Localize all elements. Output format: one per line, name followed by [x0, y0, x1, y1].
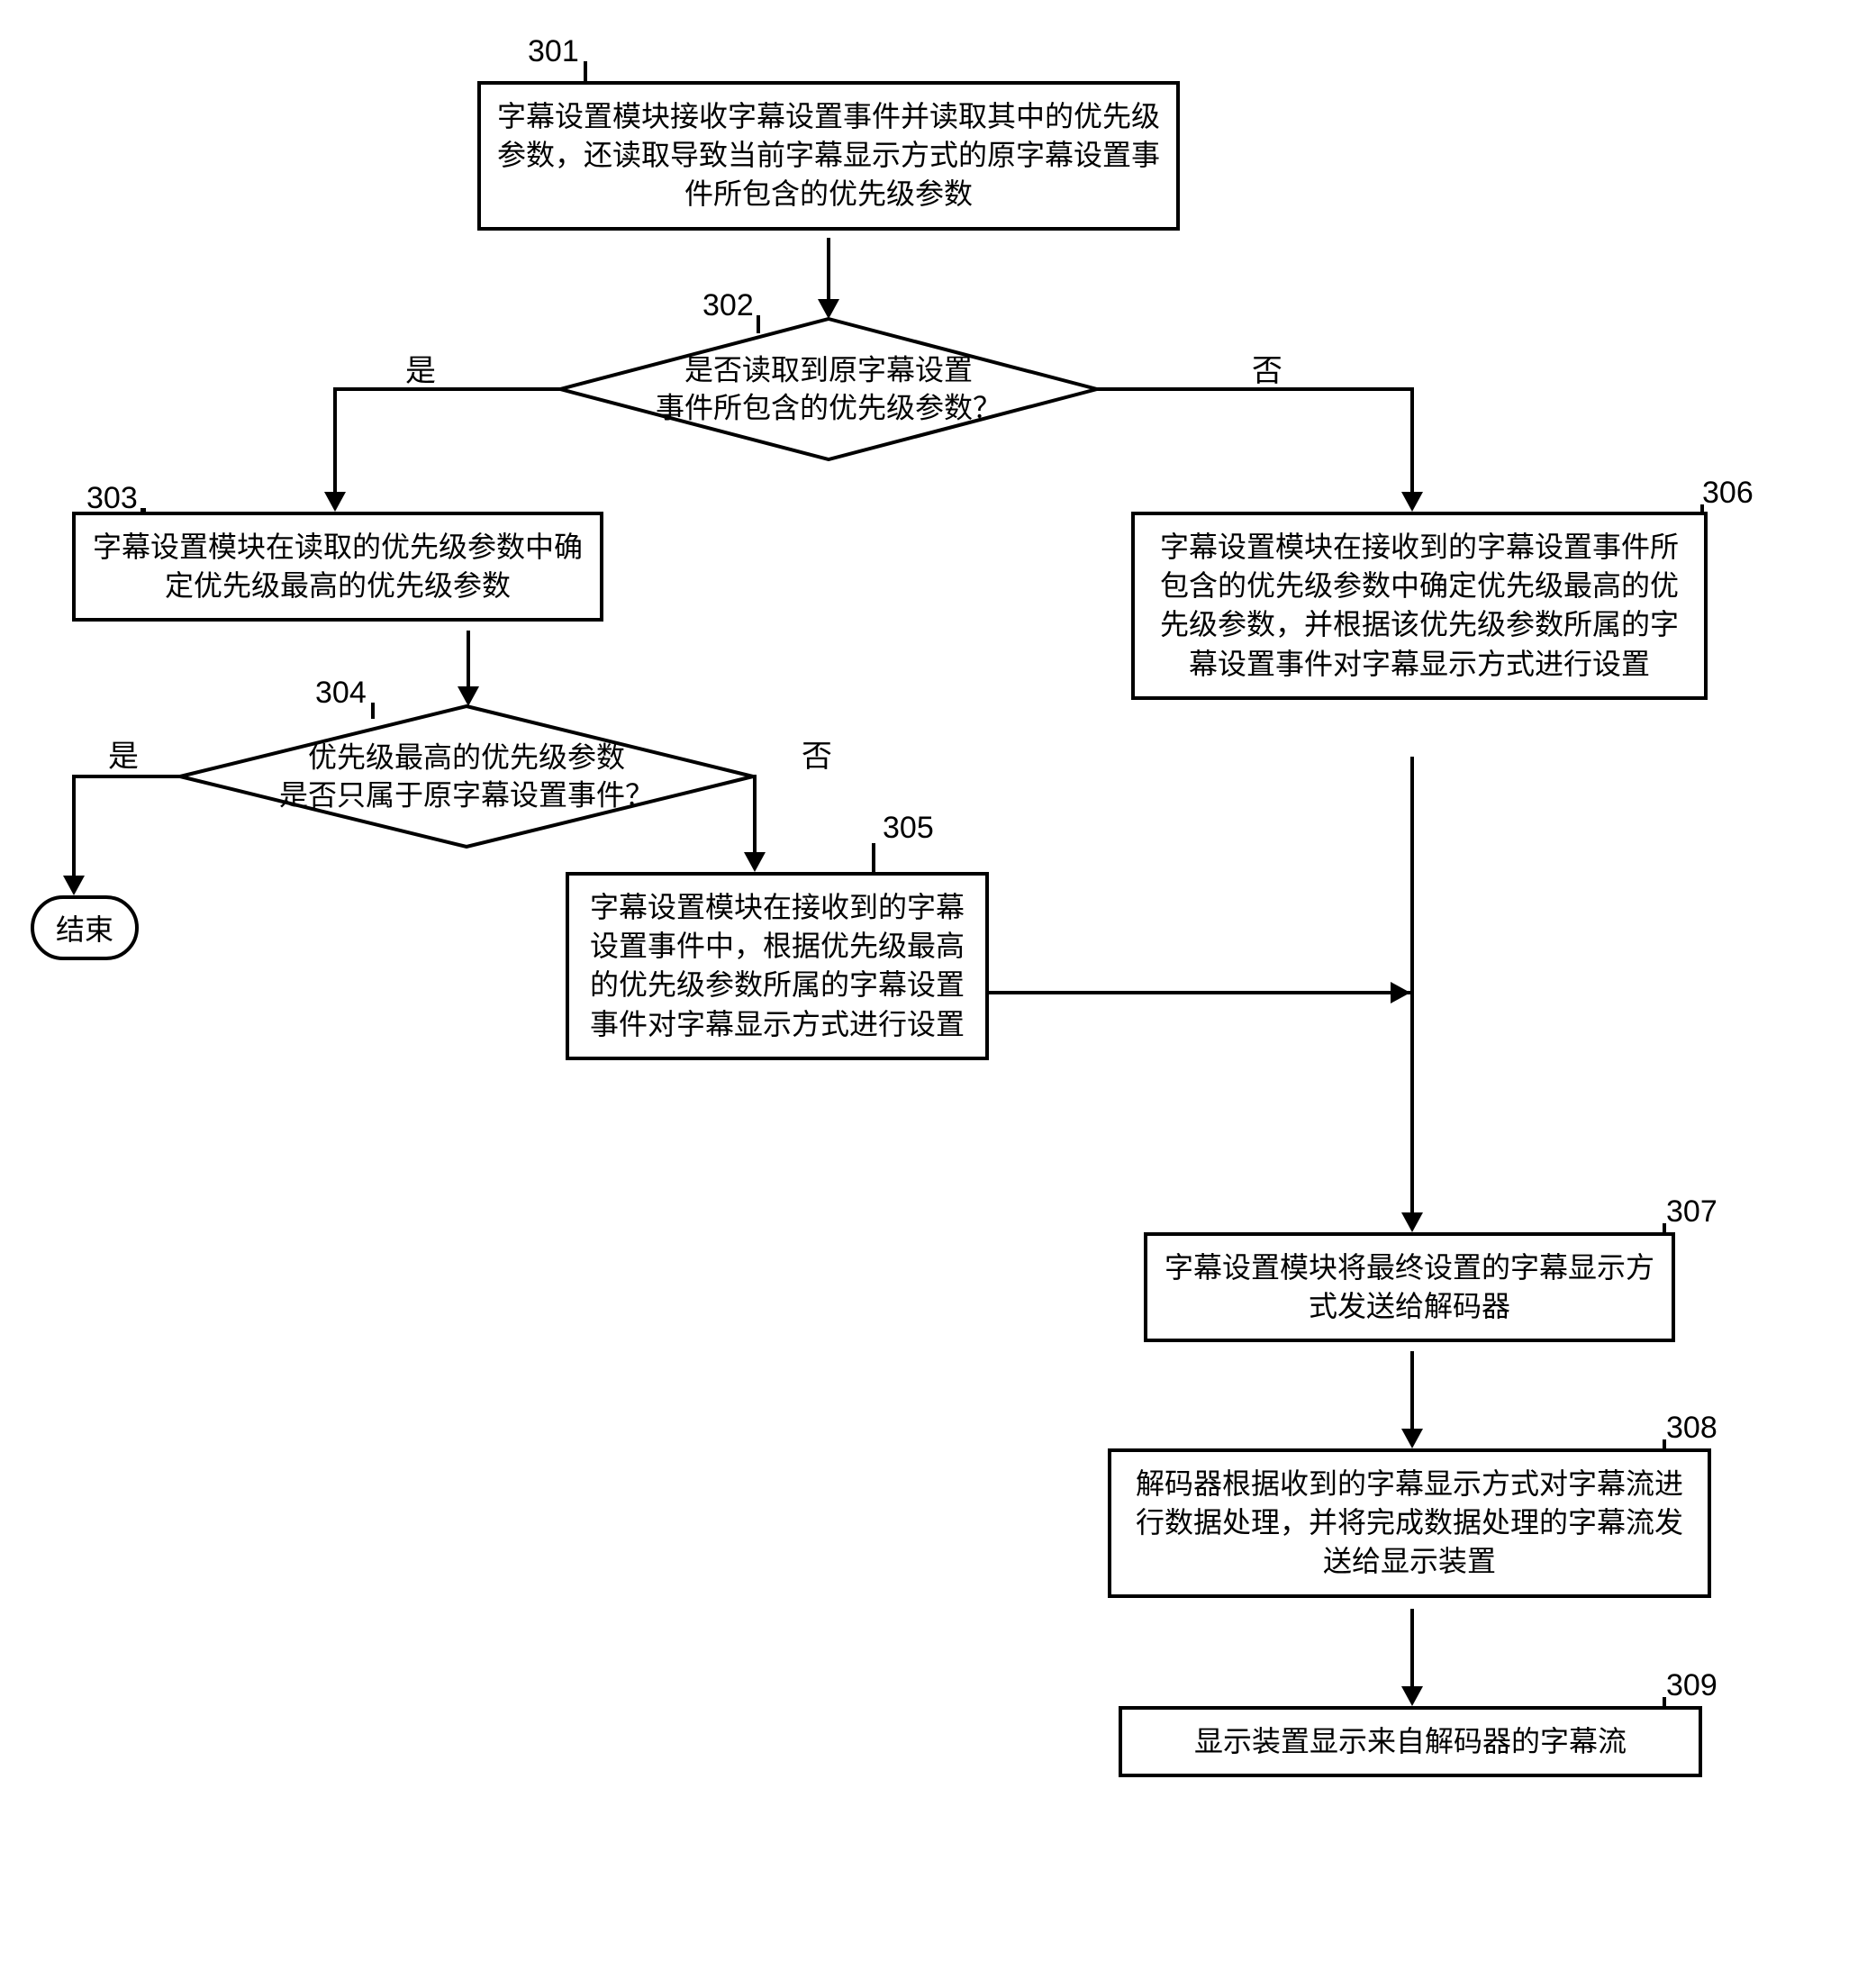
- edge-302-no: 否: [1252, 346, 1282, 390]
- step-number-309: 309: [1666, 1668, 1717, 1703]
- connector-303-304: [467, 631, 470, 690]
- connector-302-no-h: [1097, 387, 1414, 391]
- arrowhead-304-yes: [63, 876, 85, 895]
- step-309: 显示装置显示来自解码器的字幕流: [1119, 1706, 1702, 1777]
- arrowhead-304-no: [744, 852, 766, 872]
- step-308: 解码器根据收到的字幕显示方式对字幕流进行数据处理，并将完成数据处理的字幕流发送给…: [1108, 1448, 1711, 1598]
- step-number-301: 301: [528, 34, 579, 69]
- decision-302-text: 是否读取到原字幕设置事件所包含的优先级参数？ 是否读取到原字幕设置事件所包含的优…: [656, 351, 1001, 426]
- step-number-308: 308: [1666, 1411, 1717, 1446]
- connector-302-yes-v: [333, 387, 337, 495]
- step-303: 字幕设置模块在读取的优先级参数中确定优先级最高的优先级参数: [72, 512, 603, 622]
- connector-304-yes-h: [72, 775, 182, 778]
- connector-301-302: [827, 238, 830, 303]
- connector-304-no-v: [753, 775, 757, 856]
- step-number-305: 305: [883, 811, 934, 846]
- step-305-text: 字幕设置模块在接收到的字幕设置事件中，根据优先级最高的优先级参数所属的字幕设置事…: [585, 888, 969, 1044]
- leader-307: [1663, 1223, 1666, 1232]
- step-301: 字幕设置模块接收字幕设置事件并读取其中的优先级参数，还读取导致当前字幕显示方式的…: [477, 81, 1180, 231]
- terminator-end-text: 结束: [56, 907, 113, 949]
- edge-304-no: 否: [802, 731, 832, 776]
- arrowhead-302-no: [1401, 492, 1423, 512]
- leader-305: [872, 843, 875, 872]
- leader-308: [1663, 1439, 1666, 1448]
- step-number-307: 307: [1666, 1194, 1717, 1230]
- step-307: 字幕设置模块将最终设置的字幕显示方式发送给解码器: [1144, 1232, 1675, 1342]
- arrowhead-305-join: [1391, 982, 1410, 1003]
- step-number-306: 306: [1702, 476, 1754, 511]
- edge-302-yes: 是: [405, 346, 436, 390]
- step-301-text: 字幕设置模块接收字幕设置事件并读取其中的优先级参数，还读取导致当前字幕显示方式的…: [497, 97, 1160, 214]
- connector-306-307: [1410, 757, 1414, 1216]
- connector-308-309: [1410, 1609, 1414, 1690]
- step-305: 字幕设置模块在接收到的字幕设置事件中，根据优先级最高的优先级参数所属的字幕设置事…: [566, 872, 989, 1060]
- decision-302: 是否读取到原字幕设置事件所包含的优先级参数？ 是否读取到原字幕设置事件所包含的优…: [558, 317, 1099, 461]
- flowchart: 301 字幕设置模块接收字幕设置事件并读取其中的优先级参数，还读取导致当前字幕显…: [18, 18, 1858, 1952]
- step-307-text: 字幕设置模块将最终设置的字幕显示方式发送给解码器: [1164, 1248, 1655, 1326]
- connector-302-yes-h: [333, 387, 560, 391]
- connector-304-yes-v: [72, 775, 76, 879]
- step-309-text: 显示装置显示来自解码器的字幕流: [1138, 1722, 1682, 1761]
- edge-304-yes: 是: [108, 731, 139, 776]
- connector-307-308: [1410, 1351, 1414, 1432]
- terminator-end: 结束: [31, 895, 139, 960]
- arrowhead-303-304: [458, 686, 479, 706]
- leader-309: [1663, 1697, 1666, 1706]
- decision-304-text: 优先级最高的优先级参数是否只属于原字幕设置事件？ 优先级最高的优先级参数是否只属…: [279, 739, 654, 813]
- step-306: 字幕设置模块在接收到的字幕设置事件所包含的优先级参数中确定优先级最高的优先级参数…: [1131, 512, 1708, 700]
- decision-304: 优先级最高的优先级参数是否只属于原字幕设置事件？ 优先级最高的优先级参数是否只属…: [178, 704, 755, 849]
- leader-301: [584, 61, 587, 83]
- arrowhead-306-307: [1401, 1212, 1423, 1232]
- step-306-text: 字幕设置模块在接收到的字幕设置事件所包含的优先级参数中确定优先级最高的优先级参数…: [1151, 528, 1688, 684]
- step-308-text: 解码器根据收到的字幕显示方式对字幕流进行数据处理，并将完成数据处理的字幕流发送给…: [1128, 1465, 1691, 1582]
- arrowhead-307-308: [1401, 1429, 1423, 1448]
- arrowhead-301-302: [818, 299, 839, 319]
- connector-302-no-v: [1410, 387, 1414, 495]
- arrowhead-308-309: [1401, 1686, 1423, 1706]
- connector-305-join-h: [989, 991, 1414, 994]
- arrowhead-302-yes: [324, 492, 346, 512]
- step-303-text: 字幕设置模块在读取的优先级参数中确定优先级最高的优先级参数: [92, 528, 584, 605]
